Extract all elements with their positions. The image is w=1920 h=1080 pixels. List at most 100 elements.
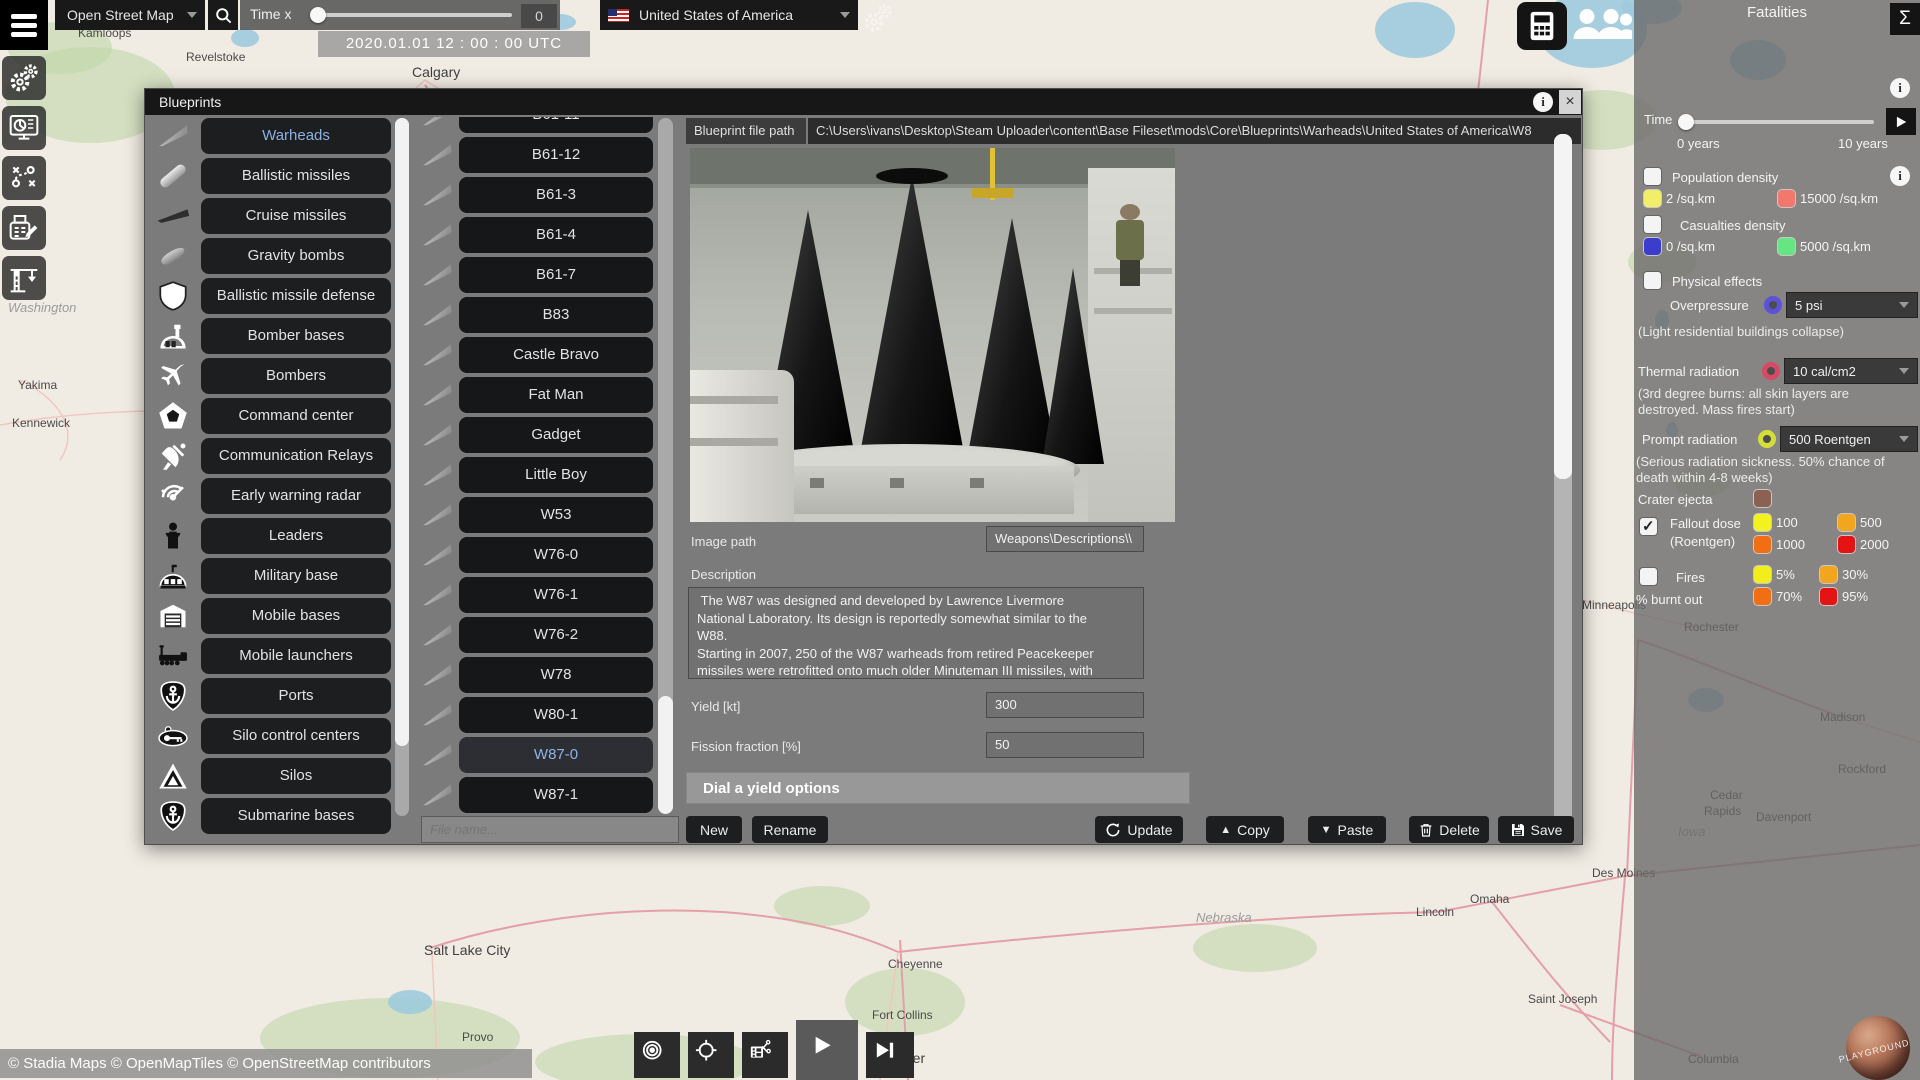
new-button[interactable]: New (686, 816, 742, 843)
target-mode-button[interactable] (634, 1032, 680, 1078)
content-scrollbar[interactable] (1554, 134, 1572, 824)
country-dropdown[interactable]: United States of America (600, 0, 858, 30)
warhead-item-w78[interactable]: W78 (459, 657, 653, 693)
clip-editor-button[interactable] (742, 1032, 788, 1078)
warhead-item-castle-bravo[interactable]: Castle Bravo (459, 337, 653, 373)
warhead-item-w76-2[interactable]: W76-2 (459, 617, 653, 653)
content-scrollbar-thumb[interactable] (1554, 134, 1572, 479)
calculator-button[interactable] (1517, 2, 1567, 50)
sidebar-menu-button[interactable] (0, 0, 48, 50)
description-textarea[interactable]: The W87 was designed and developed by La… (688, 587, 1144, 679)
fires-checkbox[interactable] (1640, 568, 1657, 585)
warhead-item-b83[interactable]: B83 (459, 297, 653, 333)
fallout-swatch (1838, 514, 1855, 531)
sum-button[interactable]: Σ (1890, 3, 1920, 35)
dialog-close-button[interactable]: × (1559, 90, 1581, 114)
warhead-item-b61-12[interactable]: B61-12 (459, 137, 653, 173)
bombshape-icon (149, 238, 197, 274)
copy-button[interactable]: ▲ Copy (1206, 816, 1284, 843)
warhead-item-fat-man[interactable]: Fat Man (459, 377, 653, 413)
time-scale-value[interactable]: 0 (520, 3, 558, 29)
warhead-item-w76-0[interactable]: W76-0 (459, 537, 653, 573)
category-mobile-bases[interactable]: Mobile bases (201, 598, 391, 634)
warhead-item-b61-11[interactable]: B61-11 (459, 117, 653, 133)
category-bombers[interactable]: Bombers (201, 358, 391, 394)
category-military-base[interactable]: Military base (201, 558, 391, 594)
warhead-item-little-boy[interactable]: Little Boy (459, 457, 653, 493)
time-scale-slider-knob[interactable] (310, 7, 326, 23)
warhead-item-gadget[interactable]: Gadget (459, 417, 653, 453)
map-provider-dropdown[interactable]: Open Street Map (55, 0, 205, 30)
warhead-item-w87-0[interactable]: W87-0 (459, 737, 653, 773)
sidebar-construction-crane-button[interactable] (2, 256, 46, 300)
warhead-item-b61-4[interactable]: B61-4 (459, 217, 653, 253)
time-info-button[interactable]: i (1890, 78, 1910, 98)
paste-button[interactable]: ▼ Paste (1308, 816, 1386, 843)
time-scale-slider[interactable] (316, 13, 512, 17)
population-density-checkbox[interactable] (1644, 168, 1661, 185)
category-silo-control-centers[interactable]: Silo control centers (201, 718, 391, 754)
panel-time-slider[interactable] (1684, 120, 1874, 124)
panel-play-button[interactable] (1886, 108, 1916, 135)
warhead-item-w53[interactable]: W53 (459, 497, 653, 533)
warhead-item-w87-1[interactable]: W87-1 (459, 777, 653, 813)
dialog-info-button[interactable]: i (1533, 92, 1553, 112)
category-gravity-bombs[interactable]: Gravity bombs (201, 238, 391, 274)
warhead-item-b61-3[interactable]: B61-3 (459, 177, 653, 213)
prompt-radiation-dropdown[interactable]: 500 Roentgen (1780, 426, 1918, 452)
category-command-center[interactable]: Command center (201, 398, 391, 434)
fission-fraction-input[interactable]: 50 (986, 732, 1144, 758)
sidebar-settings-gears-button[interactable] (2, 56, 46, 100)
category-cruise-missiles[interactable]: Cruise missiles (201, 198, 391, 234)
category-warheads[interactable]: Warheads (201, 118, 391, 154)
save-button[interactable]: Save (1498, 816, 1574, 843)
population-info-button[interactable]: i (1890, 166, 1910, 186)
settings-gear-ghost-icon[interactable] (862, 2, 892, 32)
rename-button[interactable]: Rename (752, 816, 828, 843)
category-ballistic-missiles[interactable]: Ballistic missiles (201, 158, 391, 194)
dial-a-yield-header[interactable]: Dial a yield options (686, 772, 1190, 804)
warhead-scrollbar[interactable] (658, 118, 673, 814)
dialog-title-bar[interactable]: Blueprints i × (145, 89, 1582, 115)
file-name-input[interactable] (421, 816, 679, 843)
category-early-warning-radar[interactable]: Early warning radar (201, 478, 391, 514)
search-button[interactable] (208, 0, 238, 30)
category-mobile-launchers[interactable]: Mobile launchers (201, 638, 391, 674)
image-path-value[interactable]: Weapons\Descriptions\\ (986, 526, 1144, 552)
category-scrollbar[interactable] (395, 118, 409, 816)
warhead-item-w76-1[interactable]: W76-1 (459, 577, 653, 613)
category-bomber-bases[interactable]: Bomber bases (201, 318, 391, 354)
delete-button[interactable]: Delete (1409, 816, 1489, 843)
skip-to-end-button[interactable] (866, 1032, 914, 1078)
warhead-item-b61-7[interactable]: B61-7 (459, 257, 653, 293)
yield-input[interactable]: 300 (986, 692, 1144, 718)
sidebar-strategy-button[interactable] (2, 156, 46, 200)
panel-time-slider-knob[interactable] (1678, 114, 1694, 130)
sidebar-scenario-editor-button[interactable] (2, 206, 46, 250)
hangar-icon (149, 318, 197, 354)
warhead-scrollbar-thumb[interactable] (658, 696, 673, 814)
thermal-radiation-dropdown[interactable]: 10 cal/cm2 (1784, 358, 1918, 384)
sidebar-stats-monitor-button[interactable] (2, 106, 46, 150)
category-leaders[interactable]: Leaders (201, 518, 391, 554)
overpressure-dropdown[interactable]: 5 psi (1786, 292, 1918, 318)
app-root: Kamloops Revelstoke Calgary Washington Yakim… (0, 0, 1920, 1080)
warhead-thumbnail (419, 297, 455, 333)
fallout-dose-checkbox[interactable] (1640, 517, 1657, 535)
category-scrollbar-thumb[interactable] (395, 118, 409, 746)
category-communication-relays[interactable]: Communication Relays (201, 438, 391, 474)
physical-effects-checkbox[interactable] (1644, 272, 1661, 289)
category-silos[interactable]: Silos (201, 758, 391, 794)
us-flag-icon (608, 8, 629, 22)
play-button[interactable] (796, 1020, 858, 1080)
casualties-density-checkbox[interactable] (1644, 216, 1661, 233)
update-button[interactable]: Update (1095, 816, 1183, 843)
category-ports[interactable]: Ports (201, 678, 391, 714)
category-ballistic-missile-defense[interactable]: Ballistic missile defense (201, 278, 391, 314)
locate-button[interactable] (688, 1032, 734, 1078)
blueprint-file-path-value[interactable]: C:\Users\ivans\Desktop\Steam Uploader\co… (808, 118, 1581, 144)
warhead-item-w80-1[interactable]: W80-1 (459, 697, 653, 733)
fallout-swatch (1754, 536, 1771, 553)
population-button[interactable] (1572, 4, 1632, 48)
category-submarine-bases[interactable]: Submarine bases (201, 798, 391, 834)
